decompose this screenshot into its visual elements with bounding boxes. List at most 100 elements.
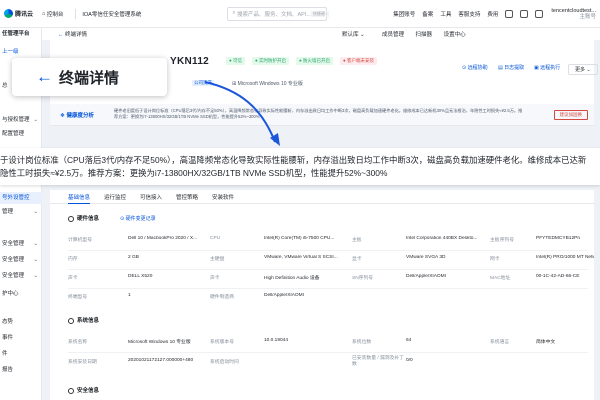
console-link[interactable]: ⌂ 控制台 [42,10,63,18]
top-navigation-bar: 腾讯云 ⌂ 控制台 IOA零信任安全管理系统 ⌕ 搜索产品、服务、文档、API.… [0,0,600,28]
sidebar-item-management[interactable]: 管理 ⌄ [0,206,42,218]
sidebar-item-label: 管理 [2,209,14,215]
more-button[interactable]: 更多 ⌄ [568,64,598,75]
field-label: 系统安装日期 [68,360,97,365]
remote-assist-button[interactable]: ⊙ 远程协助 [462,64,488,71]
user-name: tencentcloudtest... [551,7,596,14]
divider [75,8,77,19]
field-label: MAC地址 [490,276,511,281]
tag-label: 可信 [232,58,242,63]
menu-item-support[interactable]: 客服支持 [458,10,480,18]
button-label: 日志提取 [504,65,525,71]
top-right-menu: 集团账号 备案 工具 客服支持 费用 tencentcloudtest... 主… [386,8,600,20]
menu-item-group-account[interactable]: 集团账号 [393,10,415,18]
sidebar-item-auth-management[interactable]: 与授权管理 ⌄ [0,114,42,126]
sidebar-item-parent[interactable]: 上一级 [0,46,42,58]
tab-installed-software[interactable]: 安装软件 [212,193,234,201]
log-extract-button[interactable]: ▤ 日志提取 [498,64,524,71]
sidebar-item-reports[interactable]: 报告 [0,364,42,376]
subhead-link-scanner[interactable]: 扫描器 [416,32,433,38]
system-section-title: 系统信息 [68,316,99,324]
row-divider [68,269,588,270]
sidebar-item-security-3[interactable]: 安全管理 ⌄ [0,270,42,282]
sidebar-item-security-1[interactable]: 安全管理 ⌄ [0,238,42,250]
message-icon[interactable] [505,9,514,18]
button-label: 远程协助 [467,65,488,71]
search-shortcut: 快捷键 / [310,10,330,17]
field-value: 00-1C-42-AD-66-CE [536,274,580,279]
menu-item-tools[interactable]: 工具 [440,10,451,18]
chevron-down-icon: ⌄ [33,241,38,247]
user-role: 主账号 [579,13,596,20]
user-account[interactable]: tencentcloudtest... 主账号 [551,8,596,20]
field-value: Intel(R) Core(TM) i5-7500 CPU... [264,236,335,241]
tag-realtime-protection: ● 实时防护开启 [252,57,289,65]
sidebar-item-config-management[interactable]: 配置管理 [0,128,42,140]
chevron-down-icon: ⌄ [33,273,38,279]
hardware-change-log-link[interactable]: ⊙ 硬件变更记录 [120,215,156,222]
callout-text-line-2: 隐性工时损失≈¥2.5万。推荐方案：更换为i7-13800HX/32GB/1TB… [0,168,388,178]
tab-control-policy[interactable]: 管控策略 [176,193,198,201]
row-divider [68,250,588,251]
remote-exec-button[interactable]: ▣ 远程执行 [534,64,560,71]
page-title-zoom-callout: ← 终端详情 [12,58,167,96]
notification-icon[interactable] [520,9,529,18]
sidebar-item-events[interactable]: 事件 [0,332,42,344]
os-name: Microsoft Windows 10 专业版 [237,81,303,87]
tab-runtime-monitor[interactable]: 运行监控 [104,193,126,201]
tag-label: 客户端未安装 [346,58,374,63]
tag-label: 实时防护开启 [258,58,286,63]
region-select[interactable]: 默认库 ⌄ [342,30,365,38]
menu-item-beian[interactable]: 备案 [422,10,433,18]
field-value: 64 [406,338,412,343]
tab-trusted-access[interactable]: 可信接入 [140,193,162,201]
sidebar-item-situation[interactable]: 态势 [0,316,42,328]
cloud-logo-icon [4,9,13,18]
health-analysis-text: 硬件老旧度低于设计岗位标准（CPU落后3代/内存不足50%），高温降频常态化导致… [114,108,523,119]
menu-item-billing[interactable]: 费用 [487,10,498,18]
link-label: 硬件变更记录 [125,216,156,222]
sidebar-item-files[interactable]: 件 [0,348,42,360]
sidebar-item-label: 安全管理 [2,257,25,263]
back-link[interactable]: ← 终端详情 [58,30,87,38]
field-label: 系统位数 [352,340,372,345]
tab-basic-info[interactable]: 基础信息 [68,193,90,201]
chevron-down-icon: ⌄ [33,117,38,123]
field-value: Dell/Apple/XIAOMI [264,293,304,298]
field-label: 内存 [68,257,78,262]
subhead-link-members[interactable]: 成员管理 [382,32,404,38]
tencent-cloud-logo[interactable]: 腾讯云 [0,9,42,18]
health-title: 健康度分析 [66,113,94,119]
health-analysis-bar: ❖ 健康度分析 硬件老旧度低于设计岗位标准（CPU落后3代/内存不足50%），高… [50,104,594,126]
field-label: 声卡 [68,276,78,281]
detail-panel: 硬件信息 ⊙ 硬件变更记录 计算机型号 Dell 10 / MacbookPro… [50,204,594,400]
subhead-link-settings[interactable]: 设置中心 [444,32,466,38]
tag-firewall: ● 防火墙已开启 [296,57,333,65]
hardening-button[interactable]: 建议加固换 [553,110,588,120]
tag-client-not-installed: ● 客户端未安装 [340,57,377,65]
security-section-title: 安全信息 [68,386,99,394]
console-label: 控制台 [46,11,64,18]
sidebar-item-security-2[interactable]: 安全管理 ⌄ [0,254,42,266]
sidebar-item-label: 与授权管理 [2,117,30,123]
button-label: 远程执行 [540,65,561,71]
field-label: 系统语言 [490,340,510,345]
field-label: 系统名称 [68,340,88,345]
field-value: 10.0.19044 [264,338,289,343]
field-label: 网卡 [490,257,500,262]
callout-text-line-1: 于设计岗位标准（CPU落后3代/内存不足50%），高温降频常态化导致实际性能腰斩… [0,155,587,165]
sidebar-item-peripheral-control[interactable]: 号外设管控 [0,192,42,204]
sidebar-item-label: 安全管理 [2,241,25,247]
field-label: 主板序列号 [490,238,514,243]
field-value: 2 GB [128,255,139,260]
help-icon[interactable] [535,9,544,18]
search-input[interactable]: ⌕ 搜索产品、服务、文档、API... 快捷键 / [227,6,330,21]
field-value: Intel Corporation 440BX Deskto... [406,236,478,241]
product-name[interactable]: IOA零信任安全管理系统 [82,10,141,18]
health-analysis-zoom-callout: 于设计岗位标准（CPU落后3代/内存不足50%），高温降频常态化导致实际性能腰斩… [0,148,600,185]
device-name: YKN112 [170,56,210,67]
sidebar-item-protection-center[interactable]: 护中心 [0,288,42,300]
field-label: 主板 [352,238,362,243]
field-label: 终端型号 [68,295,88,300]
field-label: CPU [210,236,221,241]
